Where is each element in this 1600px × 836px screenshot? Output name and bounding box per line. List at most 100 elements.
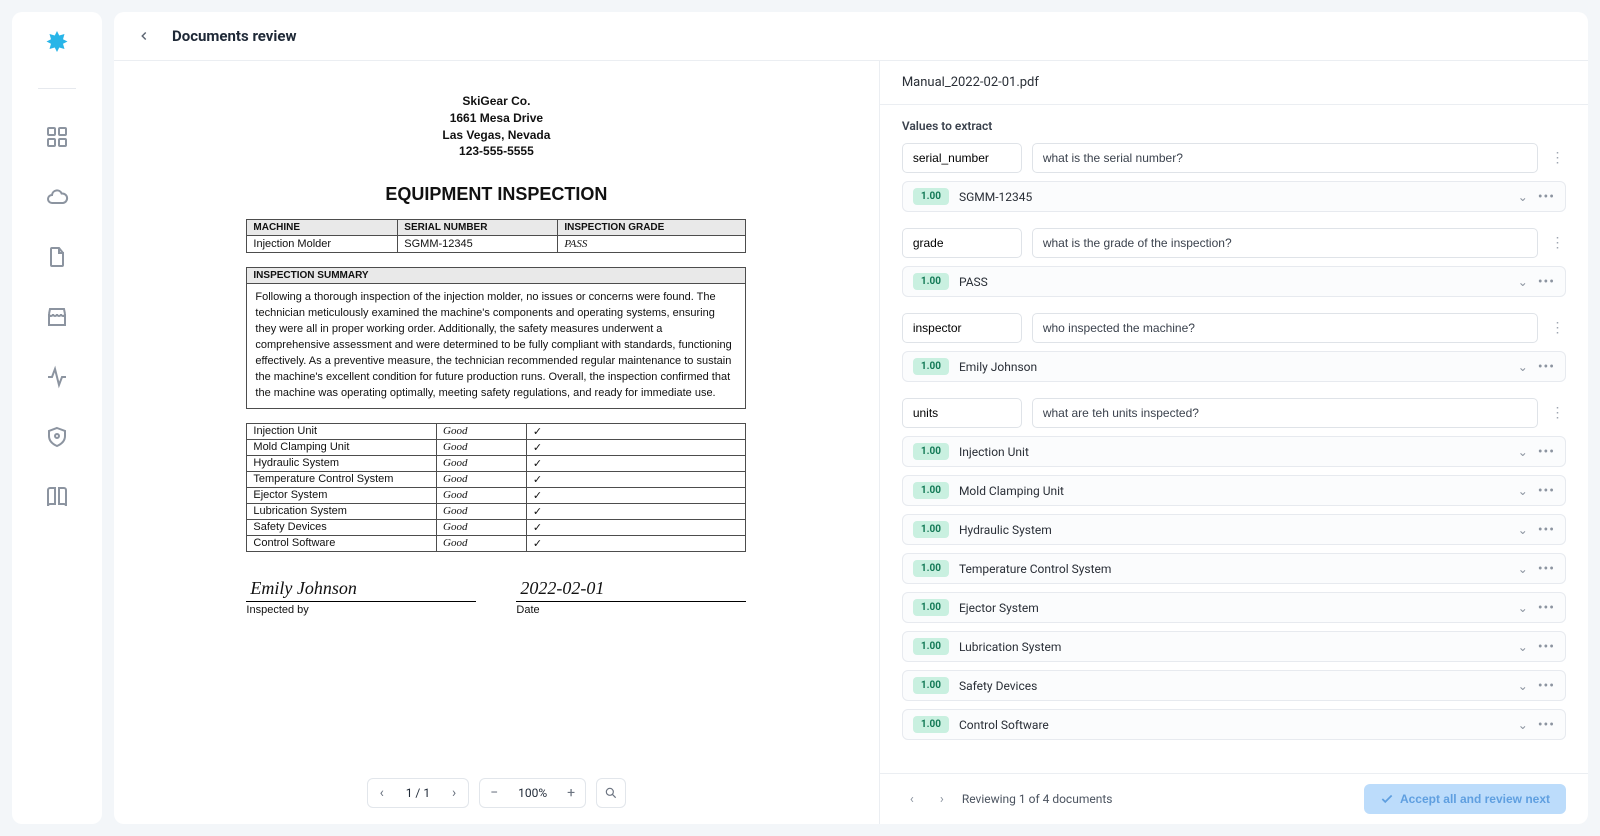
shield-icon[interactable] — [45, 425, 69, 449]
header-table: MACHINESERIAL NUMBERINSPECTION GRADE Inj… — [246, 219, 746, 253]
value-text: Mold Clamping Unit — [959, 484, 1508, 498]
field-menu-button[interactable]: ⋮ — [1548, 405, 1566, 421]
document-pane: SkiGear Co. 1661 Mesa Drive Las Vegas, N… — [114, 61, 880, 824]
value-text: SGMM-12345 — [959, 190, 1508, 204]
confidence-badge: 1.00 — [913, 188, 949, 205]
field-name-input[interactable] — [902, 313, 1022, 343]
value-menu-button[interactable]: ••• — [1538, 522, 1555, 538]
field-question-input[interactable] — [1032, 143, 1538, 173]
page-title: Documents review — [172, 27, 296, 45]
confidence-badge: 1.00 — [913, 599, 949, 616]
section-label: Values to extract — [902, 119, 1566, 133]
value-row: 1.00 Mold Clamping Unit ⌄ ••• — [902, 475, 1566, 506]
value-menu-button[interactable]: ••• — [1538, 639, 1555, 655]
value-menu-button[interactable]: ••• — [1538, 359, 1555, 375]
activity-icon[interactable] — [45, 365, 69, 389]
zoom-out-button[interactable]: − — [480, 779, 508, 807]
field-menu-button[interactable]: ⋮ — [1548, 320, 1566, 336]
chevron-left-icon — [137, 29, 151, 43]
value-menu-button[interactable]: ••• — [1538, 561, 1555, 577]
confidence-badge: 1.00 — [913, 443, 949, 460]
value-row: 1.00 Emily Johnson ⌄ ••• — [902, 351, 1566, 382]
expand-button[interactable]: ⌄ — [1518, 601, 1528, 615]
summary-text: Following a thorough inspection of the i… — [246, 283, 746, 409]
value-menu-button[interactable]: ••• — [1538, 444, 1555, 460]
expand-button[interactable]: ⌄ — [1518, 445, 1528, 459]
expand-button[interactable]: ⌄ — [1518, 275, 1528, 289]
document-title: EQUIPMENT INSPECTION — [246, 184, 746, 205]
value-text: Emily Johnson — [959, 360, 1508, 374]
review-prev-button[interactable]: ‹ — [902, 789, 922, 809]
confidence-badge: 1.00 — [913, 358, 949, 375]
expand-button[interactable]: ⌄ — [1518, 640, 1528, 654]
value-text: Safety Devices — [959, 679, 1508, 693]
expand-button[interactable]: ⌄ — [1518, 679, 1528, 693]
value-row: 1.00 Ejector System ⌄ ••• — [902, 592, 1566, 623]
value-row: 1.00 Lubrication System ⌄ ••• — [902, 631, 1566, 662]
sidebar — [12, 12, 102, 824]
field-question-input[interactable] — [1032, 398, 1538, 428]
document-page: SkiGear Co. 1661 Mesa Drive Las Vegas, N… — [206, 73, 786, 766]
signature-date: 2022-02-01 — [516, 578, 746, 602]
expand-button[interactable]: ⌄ — [1518, 562, 1528, 576]
apps-icon[interactable] — [45, 125, 69, 149]
value-text: Injection Unit — [959, 445, 1508, 459]
signature-inspector: Emily Johnson — [246, 578, 476, 602]
value-text: Control Software — [959, 718, 1508, 732]
value-menu-button[interactable]: ••• — [1538, 717, 1555, 733]
extract-footer: ‹ › Reviewing 1 of 4 documents Accept al… — [880, 773, 1588, 824]
confidence-badge: 1.00 — [913, 521, 949, 538]
value-menu-button[interactable]: ••• — [1538, 678, 1555, 694]
document-controls: ‹ 1 / 1 › − 100% + — [114, 766, 879, 824]
value-menu-button[interactable]: ••• — [1538, 189, 1555, 205]
page-next-button[interactable]: › — [440, 779, 468, 807]
extract-pane: Manual_2022-02-01.pdf Values to extract … — [880, 61, 1588, 824]
check-icon — [1380, 792, 1394, 806]
field-name-input[interactable] — [902, 398, 1022, 428]
expand-button[interactable]: ⌄ — [1518, 190, 1528, 204]
value-menu-button[interactable]: ••• — [1538, 274, 1555, 290]
value-menu-button[interactable]: ••• — [1538, 600, 1555, 616]
value-row: 1.00 Temperature Control System ⌄ ••• — [902, 553, 1566, 584]
expand-button[interactable]: ⌄ — [1518, 360, 1528, 374]
confidence-badge: 1.00 — [913, 638, 949, 655]
store-icon[interactable] — [45, 305, 69, 329]
back-button[interactable] — [132, 24, 156, 48]
accept-all-button[interactable]: Accept all and review next — [1364, 784, 1566, 814]
field-menu-button[interactable]: ⋮ — [1548, 235, 1566, 251]
expand-button[interactable]: ⌄ — [1518, 484, 1528, 498]
summary-label: INSPECTION SUMMARY — [246, 267, 746, 283]
value-text: Lubrication System — [959, 640, 1508, 654]
field-block: ⋮ 1.00 Injection Unit ⌄ ••• 1.00 Mold Cl… — [902, 398, 1566, 740]
value-menu-button[interactable]: ••• — [1538, 483, 1555, 499]
field-block: ⋮ 1.00 Emily Johnson ⌄ ••• — [902, 313, 1566, 382]
confidence-badge: 1.00 — [913, 273, 949, 290]
field-name-input[interactable] — [902, 228, 1022, 258]
value-row: 1.00 Injection Unit ⌄ ••• — [902, 436, 1566, 467]
file-name: Manual_2022-02-01.pdf — [880, 61, 1588, 105]
review-progress: Reviewing 1 of 4 documents — [962, 792, 1113, 806]
expand-button[interactable]: ⌄ — [1518, 718, 1528, 732]
cloud-icon[interactable] — [45, 185, 69, 209]
book-icon[interactable] — [45, 485, 69, 509]
value-row: 1.00 SGMM-12345 ⌄ ••• — [902, 181, 1566, 212]
search-icon — [604, 786, 618, 800]
snowflake-logo-icon — [39, 28, 75, 64]
zoom-level: 100% — [508, 786, 557, 800]
value-row: 1.00 Control Software ⌄ ••• — [902, 709, 1566, 740]
expand-button[interactable]: ⌄ — [1518, 523, 1528, 537]
value-text: PASS — [959, 275, 1508, 289]
field-question-input[interactable] — [1032, 313, 1538, 343]
search-button[interactable] — [597, 779, 625, 807]
checks-table: Injection UnitGood✓Mold Clamping UnitGoo… — [246, 423, 746, 552]
field-name-input[interactable] — [902, 143, 1022, 173]
field-menu-button[interactable]: ⋮ — [1548, 150, 1566, 166]
page-prev-button[interactable]: ‹ — [368, 779, 396, 807]
zoom-in-button[interactable]: + — [557, 779, 585, 807]
value-text: Hydraulic System — [959, 523, 1508, 537]
confidence-badge: 1.00 — [913, 560, 949, 577]
review-next-button[interactable]: › — [932, 789, 952, 809]
document-icon[interactable] — [45, 245, 69, 269]
value-text: Ejector System — [959, 601, 1508, 615]
field-question-input[interactable] — [1032, 228, 1538, 258]
